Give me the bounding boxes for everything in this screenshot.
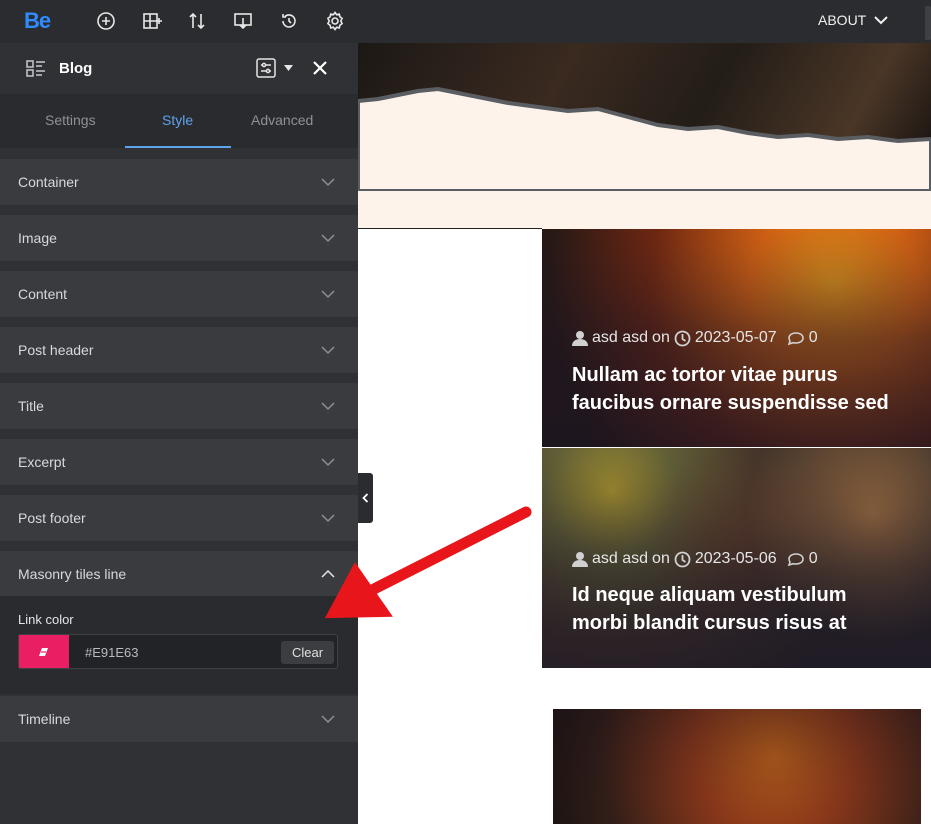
comment-icon [787,331,804,345]
page-preview: asd asd on 2023-05-07 0 Nullam ac tortor… [358,43,931,824]
annotation-arrow [324,506,532,619]
post-on: on [652,329,670,346]
export-icon[interactable] [232,10,254,32]
section-image[interactable]: Image [0,215,358,261]
presets-icon[interactable] [256,58,276,78]
eraser-icon [39,647,48,656]
post-card[interactable]: asd asd on 2023-05-06 0 Id neque aliquam… [542,448,931,668]
tab-advanced[interactable]: Advanced [251,112,313,128]
panel-tabs: Settings Style Advanced [0,94,358,148]
chevron-down-icon [321,346,335,355]
link-color-field[interactable]: #E91E63 Clear [18,634,338,669]
torn-paper-edge [358,86,931,191]
image-overlay [553,709,921,824]
chevron-down-icon [321,290,335,299]
section-label: Title [18,398,44,414]
about-menu[interactable]: ABOUT [818,12,888,28]
hero-section [358,43,931,229]
link-color-label: Link color [18,612,74,627]
blog-widget-icon [26,60,45,77]
post-author[interactable]: asd asd [592,550,648,568]
clock-icon [674,330,691,346]
comment-count[interactable]: 0 [809,329,818,347]
user-icon [572,552,588,567]
active-tab-indicator [125,146,231,148]
tab-settings[interactable]: Settings [45,112,96,128]
section-timeline[interactable]: Timeline [0,696,358,742]
add-icon[interactable] [95,10,117,32]
masonry-tiles-line-settings: Link color #E91E63 Clear [0,596,358,694]
sort-icon[interactable] [186,10,208,32]
section-label: Content [18,286,68,302]
close-icon[interactable] [313,61,327,75]
section-label: Timeline [18,711,71,727]
top-toolbar: Be ABOUT [0,0,931,43]
color-hex-value[interactable]: #E91E63 [85,645,139,660]
post-meta: asd asd on 2023-05-07 0 [572,329,818,347]
toolbar-edge [925,6,931,40]
color-swatch[interactable] [19,635,69,668]
post-on: on [652,550,670,567]
clock-icon [674,551,691,567]
chevron-down-icon [874,15,888,24]
post-title[interactable]: Nullam ac tortor vitae purus faucibus or… [572,361,892,417]
section-masonry-tiles-line[interactable]: Masonry tiles line [0,551,358,597]
chevron-down-icon [321,234,335,243]
section-label: Image [18,230,57,246]
section-container[interactable]: Container [0,159,358,205]
section-label: Container [18,174,79,190]
post-meta: asd asd on 2023-05-06 0 [572,550,818,568]
post-card[interactable]: asd asd on 2023-05-07 0 Nullam ac tortor… [542,229,931,447]
post-date[interactable]: 2023-05-06 [695,550,777,568]
post-date[interactable]: 2023-05-07 [695,329,777,347]
caret-down-icon[interactable] [284,65,293,71]
section-excerpt[interactable]: Excerpt [0,439,358,485]
comment-icon [787,552,804,566]
post-author[interactable]: asd asd [592,329,648,347]
layout-add-icon[interactable] [141,10,163,32]
comment-count[interactable]: 0 [809,550,818,568]
logo[interactable]: Be [24,8,51,34]
chevron-down-icon [321,715,335,724]
section-label: Post footer [18,510,86,526]
section-post-footer[interactable]: Post footer [0,495,358,541]
chevron-down-icon [321,402,335,411]
section-label: Excerpt [18,454,66,470]
post-title[interactable]: Id neque aliquam vestibulum morbi blandi… [572,581,892,637]
user-icon [572,331,588,346]
section-post-header[interactable]: Post header [0,327,358,373]
style-panel: Blog Settings Style Advanced Container I… [0,43,358,824]
clear-button[interactable]: Clear [281,641,334,664]
panel-header: Blog [0,43,358,93]
section-label: Post header [18,342,94,358]
section-content[interactable]: Content [0,271,358,317]
divider [358,228,542,229]
about-label: ABOUT [818,12,867,28]
panel-title: Blog [59,60,93,77]
settings-icon[interactable] [324,10,346,32]
tab-style[interactable]: Style [162,112,193,128]
history-icon[interactable] [278,10,300,32]
chevron-down-icon [321,178,335,187]
section-title[interactable]: Title [0,383,358,429]
chevron-down-icon [321,458,335,467]
post-card[interactable] [553,709,921,824]
section-label: Masonry tiles line [18,566,127,582]
